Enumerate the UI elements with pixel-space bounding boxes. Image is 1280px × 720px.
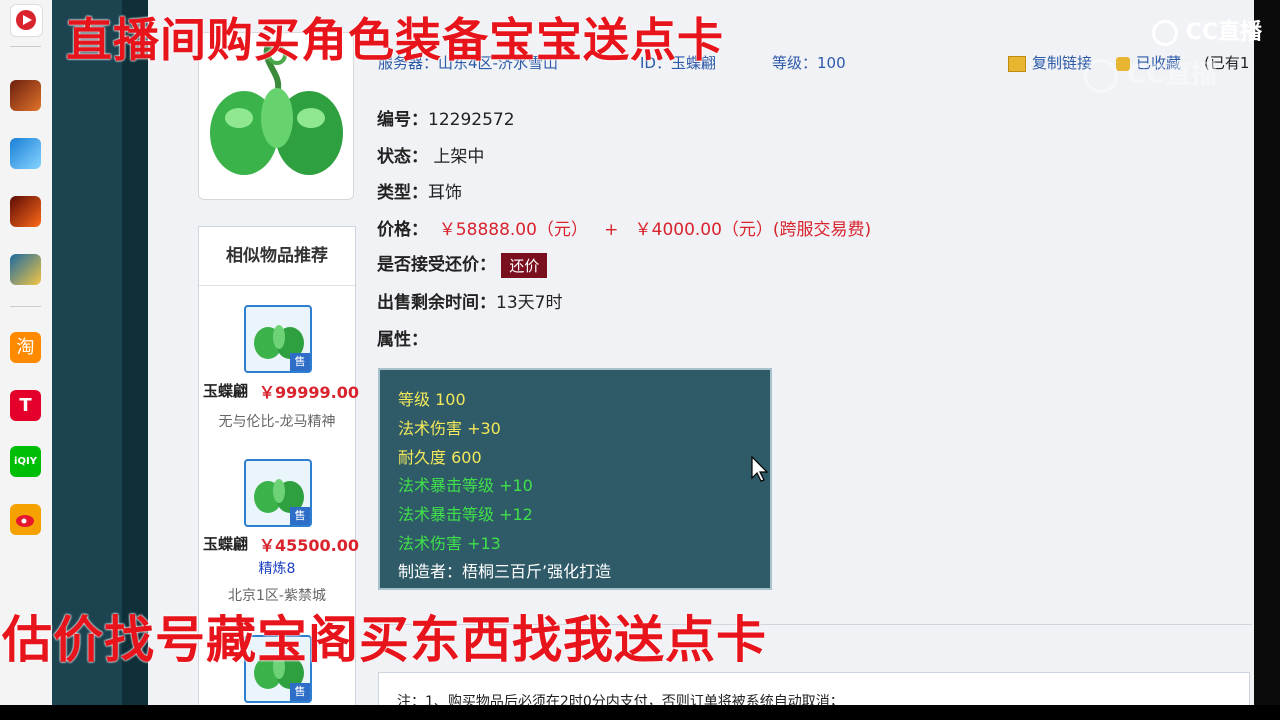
game-icon[interactable]	[10, 138, 41, 169]
counter-offer-row: 是否接受还价： 还价	[377, 250, 548, 278]
cc-watermark-text: CC直播	[1127, 60, 1218, 90]
purchase-notice: 注：1、购买物品后必须在2时0分内支付，否则订单将被系统自动取消；	[378, 672, 1250, 705]
item-status-value: 上架中	[433, 147, 485, 167]
attr-line: 法术暴击等级 +10	[398, 476, 533, 495]
attributes-panel: 等级 100 法术伤害 +30 耐久度 600 法术暴击等级 +10 法术暴击等…	[378, 368, 772, 590]
cc-watermark-icon	[1084, 58, 1118, 93]
rec-item-refine: 精炼8	[258, 561, 296, 577]
item-price-row: 价格： ￥58888.00（元） + ￥4000.00（元）(跨服交易费)	[377, 215, 871, 240]
stream-caption-bottom: 估价找号藏宝阁买东西找我送点卡	[2, 611, 767, 669]
sale-badge: 售	[290, 353, 310, 371]
cc-live-logo: CC直播	[1152, 14, 1262, 46]
attr-line: 制造者：梧桐三百斤’强化打造	[398, 562, 612, 581]
dock-separator	[10, 306, 41, 307]
attr-line: 耐久度 600	[398, 448, 482, 467]
cc-logo-text: CC直播	[1185, 20, 1262, 45]
counter-offer-button[interactable]: 还价	[501, 252, 548, 278]
list-item[interactable]: 售 玉蝶翩 ￥99999.00 无与伦比-龙马精神	[199, 285, 359, 437]
taobao-icon[interactable]: 淘	[10, 332, 41, 363]
attr-line: 法术伤害 +30	[398, 419, 501, 438]
item-price-value: ￥58888.00（元）	[438, 220, 588, 240]
item-type-row: 类型：耳饰	[377, 178, 462, 203]
remaining-time-row: 出售剩余时间：13天7时	[377, 288, 562, 313]
notice-text: 注：1、购买物品后必须在2时0分内支付，否则订单将被系统自动取消；	[397, 694, 844, 705]
cross-server-fee: ￥4000.00（元）(跨服交易费)	[634, 220, 872, 240]
item-status-label: 状态：	[377, 147, 428, 167]
counter-offer-label: 是否接受还价：	[377, 255, 496, 275]
attr-line: 法术暴击等级 +12	[398, 505, 533, 524]
item-price-label: 价格：	[377, 220, 428, 240]
item-status-row: 状态： 上架中	[377, 142, 484, 167]
list-item[interactable]: 售 玉蝶翩 ￥45500.00 精炼8 北京1区-紫禁城	[199, 437, 359, 607]
role-level: 等级：100	[772, 54, 846, 72]
remaining-time-value: 13天7时	[496, 293, 563, 313]
bottom-bar	[0, 705, 1280, 720]
price-plus: +	[604, 220, 619, 240]
item-type-label: 类型：	[377, 183, 428, 203]
copy-link-button[interactable]: 复制链接	[1008, 52, 1092, 73]
link-icon	[1008, 55, 1026, 72]
item-id-value: 12292572	[428, 110, 515, 130]
attributes-row: 属性：	[377, 325, 428, 350]
window-edge	[1254, 0, 1280, 705]
game-icon[interactable]	[10, 80, 41, 111]
cc-live-icon[interactable]	[10, 4, 43, 37]
attr-line: 等级 100	[398, 390, 466, 409]
mouse-cursor-icon	[751, 456, 769, 482]
rec-item-price: ￥45500.00	[259, 536, 360, 555]
game-icon[interactable]	[10, 196, 41, 227]
attributes-label: 属性：	[377, 330, 428, 350]
item-thumbnail[interactable]: 售	[244, 305, 312, 373]
weibo-icon[interactable]	[10, 504, 41, 535]
tmall-icon[interactable]: T	[10, 390, 41, 421]
copy-link-label: 复制链接	[1032, 54, 1093, 72]
remaining-time-label: 出售剩余时间：	[377, 293, 496, 313]
iqiyi-icon[interactable]: iQIY	[10, 446, 41, 477]
dock-separator	[10, 46, 41, 47]
cc-logo-icon	[1152, 20, 1178, 46]
similar-items-title: 相似物品推荐	[199, 227, 355, 286]
item-id-row: 编号：12292572	[377, 105, 515, 130]
attr-line: 法术伤害 +13	[398, 534, 501, 553]
game-icon[interactable]	[10, 254, 41, 285]
item-thumbnail[interactable]: 售	[244, 459, 312, 527]
item-id-label: 编号：	[377, 110, 428, 130]
sale-badge: 售	[290, 507, 310, 525]
cc-live-watermark: CC直播	[1084, 54, 1217, 93]
item-type-value: 耳饰	[428, 183, 462, 203]
rec-item-name[interactable]: 玉蝶翩	[203, 533, 248, 554]
stream-caption-top: 直播间购买角色装备宝宝送点卡	[66, 13, 724, 67]
rec-item-name[interactable]: 玉蝶翩	[203, 380, 248, 401]
rec-item-server: 无与伦比-龙马精神	[218, 414, 336, 430]
sale-badge: 售	[290, 683, 310, 701]
rec-item-price: ￥99999.00	[259, 383, 360, 402]
